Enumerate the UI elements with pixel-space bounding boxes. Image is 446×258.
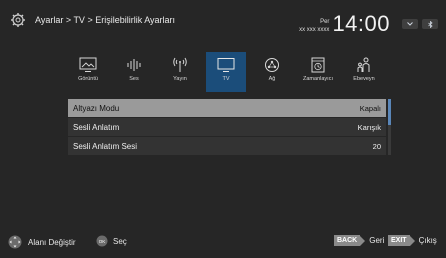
settings-list: Altyazı Modu Kapalı Sesli Anlatım Karışı… (68, 99, 386, 156)
scroll-thumb[interactable] (388, 99, 391, 125)
picture-icon (79, 57, 97, 72)
row-value: Kapalı (359, 103, 381, 113)
hint-exit: EXIT Çıkış (388, 235, 437, 246)
category-timer[interactable]: Zamanlayıcı (298, 52, 338, 92)
date-label: xx xxx xxxx (299, 27, 330, 33)
ok-button-icon: OK (96, 235, 108, 247)
key-arrow-icon (409, 235, 415, 246)
row-value: Karışık (357, 122, 381, 132)
header-buttons (402, 19, 438, 29)
category-label: Ağ (268, 76, 276, 82)
bluetooth-button[interactable] (422, 19, 438, 29)
time-label: 14:00 (332, 11, 390, 36)
menu-row-audio-description[interactable]: Sesli Anlatım Karışık (68, 118, 386, 136)
category-label: TV (222, 76, 230, 82)
category-label: Zamanlayıcı (303, 76, 333, 82)
tv-icon (217, 58, 235, 72)
hint-back: BACK Geri (334, 235, 384, 246)
breadcrumb: Ayarlar > TV > Erişilebilirlik Ayarları (35, 15, 176, 25)
exit-key: EXIT (388, 235, 410, 246)
day-label: Per (320, 19, 330, 25)
row-label: Sesli Anlatım (73, 122, 120, 132)
date-block: Per xx xxx xxxx (299, 18, 329, 36)
clock: Per xx xxx xxxx 14:00 (299, 10, 390, 36)
dpad-icon (8, 235, 22, 249)
category-tv[interactable]: TV (206, 52, 246, 92)
category-sound[interactable]: Ses (114, 52, 154, 92)
category-broadcast[interactable]: Yayın (160, 52, 200, 92)
menu-row-subtitle-mode[interactable]: Altyazı Modu Kapalı (68, 99, 386, 117)
network-icon (265, 58, 279, 72)
ok-key-label: OK (99, 239, 106, 244)
category-label: Ebeveyn (353, 76, 375, 82)
hint-label: Seç (113, 236, 127, 246)
row-label: Sesli Anlatım Sesi (73, 141, 138, 151)
category-parental[interactable]: Ebeveyn (344, 52, 384, 92)
row-value: 20 (372, 141, 381, 151)
footer-hints: Alanı Değiştir OK Seç BACK Geri EXIT Çık… (0, 230, 446, 252)
menu-row-audio-description-volume[interactable]: Sesli Anlatım Sesi 20 (68, 137, 386, 155)
hint-label: Alanı Değiştir (28, 237, 76, 247)
category-picture[interactable]: Görüntü (68, 52, 108, 92)
tv-settings-screen: Ayarlar > TV > Erişilebilirlik Ayarları … (0, 0, 446, 258)
hint-label: Çıkış (418, 236, 437, 245)
back-key: BACK (334, 235, 361, 246)
scrollbar[interactable] (388, 99, 391, 155)
hint-select: OK Seç (96, 235, 127, 247)
parental-icon (357, 57, 370, 72)
antenna-icon (173, 57, 187, 72)
gear-icon (11, 13, 25, 27)
hint-change-area: Alanı Değiştir (8, 235, 76, 249)
category-label: Yayın (173, 76, 187, 82)
bluetooth-icon (427, 20, 433, 28)
header: Ayarlar > TV > Erişilebilirlik Ayarları … (0, 0, 446, 42)
category-label: Görüntü (78, 76, 98, 82)
category-network[interactable]: Ağ (252, 52, 292, 92)
category-label: Ses (129, 76, 139, 82)
hint-label: Geri (369, 236, 385, 245)
category-bar: Görüntü Ses Yayın TV Ağ Zamanlayıcı Ebev… (68, 52, 394, 92)
chevron-down-icon (407, 22, 413, 26)
key-arrow-icon (360, 235, 366, 246)
row-label: Altyazı Modu (73, 103, 120, 113)
timer-icon (311, 57, 325, 73)
sound-icon (127, 59, 141, 71)
chevron-down-button[interactable] (402, 19, 418, 29)
